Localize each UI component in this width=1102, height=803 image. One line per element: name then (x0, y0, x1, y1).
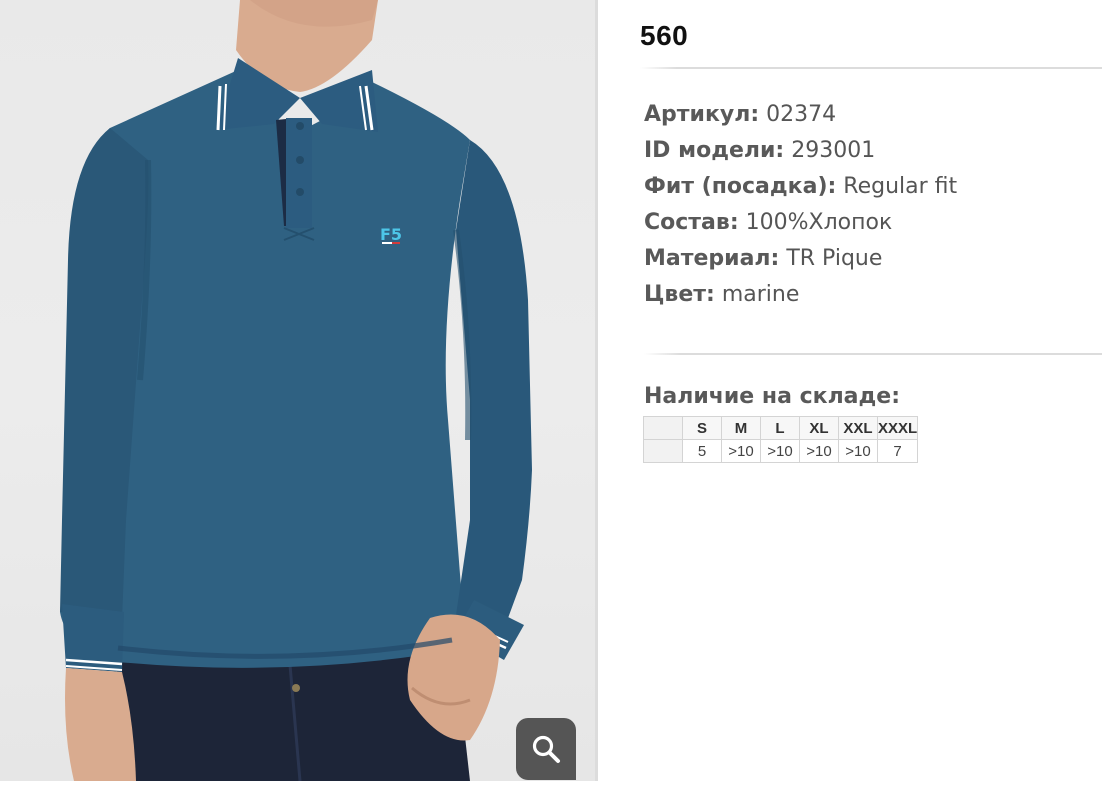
quantity-cell: >10 (799, 439, 839, 463)
svg-text:F5: F5 (380, 225, 402, 244)
separator (640, 67, 1102, 69)
brand-logo: F5 (380, 225, 402, 244)
product-specs: Артикул: 02374 ID модели: 293001 Фит (по… (644, 97, 957, 313)
separator (644, 353, 1102, 355)
quantity-cell: >10 (838, 439, 878, 463)
spec-value: 02374 (766, 102, 837, 127)
table-corner-cell (643, 416, 683, 440)
spec-fit: Фит (посадка): Regular fit (644, 169, 957, 205)
spec-article: Артикул: 02374 (644, 97, 957, 133)
spec-label: Материал: (644, 246, 780, 271)
spec-value: Regular fit (843, 174, 958, 199)
spec-label: Фит (посадка): (644, 174, 837, 199)
spec-value: marine (721, 282, 800, 307)
size-header-row: S M L XL XXL XXXL (643, 416, 919, 440)
zoom-button[interactable] (516, 718, 576, 780)
size-cell: XXXL (876, 416, 919, 440)
spec-label: Цвет: (644, 282, 715, 307)
spec-label: Состав: (644, 210, 739, 235)
spec-composition: Состав: 100%Хлопок (644, 205, 957, 241)
spec-label: ID модели: (644, 138, 785, 163)
divider (595, 0, 598, 781)
spec-material: Материал: TR Pique (644, 241, 957, 277)
spec-label: Артикул: (644, 102, 760, 127)
model-wearing-polo-image: F5 (60, 0, 532, 781)
spec-value: 293001 (791, 138, 876, 163)
size-cell: XL (799, 416, 839, 440)
size-cell: L (760, 416, 800, 440)
product-photo[interactable]: F5 (0, 0, 595, 781)
stock-table: S M L XL XXL XXXL 5 >10 >10 >10 >10 7 (643, 416, 919, 463)
spec-value: TR Pique (786, 246, 883, 271)
size-cell: XXL (838, 416, 878, 440)
stock-title: Наличие на складе: (644, 384, 901, 409)
table-row-label-cell (643, 439, 683, 463)
search-icon (532, 735, 560, 763)
spec-value: 100%Хлопок (745, 210, 893, 235)
size-cell: S (682, 416, 722, 440)
product-code: 560 (640, 20, 689, 51)
quantity-cell: 7 (876, 439, 919, 463)
quantity-cell: >10 (721, 439, 761, 463)
quantity-cell: >10 (760, 439, 800, 463)
spec-model-id: ID модели: 293001 (644, 133, 957, 169)
size-cell: M (721, 416, 761, 440)
quantity-cell: 5 (682, 439, 722, 463)
spec-color: Цвет: marine (644, 277, 957, 313)
quantity-row: 5 >10 >10 >10 >10 7 (643, 439, 919, 463)
